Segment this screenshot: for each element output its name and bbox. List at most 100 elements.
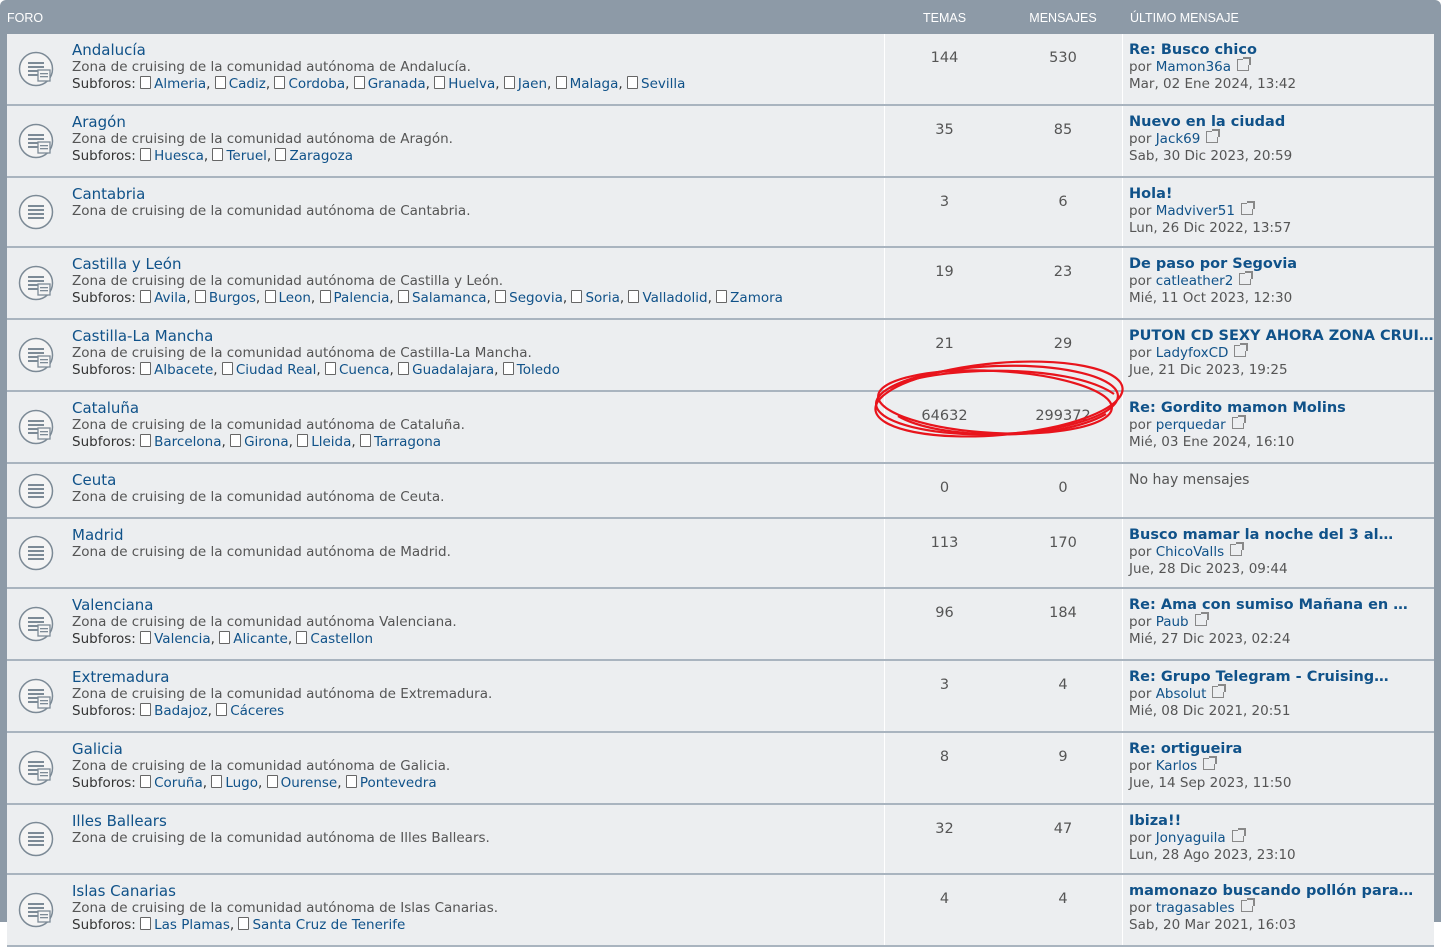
subforum-link[interactable]: Granada (368, 76, 426, 92)
subforum-link[interactable]: Cadiz (229, 76, 266, 92)
subforum-icon (275, 148, 287, 161)
last-post-title[interactable]: Re: Ama con sumiso Mañana en … (1129, 596, 1429, 614)
last-post-author[interactable]: Karlos (1156, 758, 1197, 774)
subforum-link[interactable]: Alicante (233, 631, 288, 647)
last-post-title[interactable]: Busco mamar la noche del 3 al… (1129, 526, 1429, 544)
forum-title-link[interactable]: Extremadura (72, 668, 874, 686)
subforum-link[interactable]: Las Plamas (154, 917, 230, 933)
subforum-icon (140, 631, 152, 644)
last-post-author[interactable]: Absolut (1156, 686, 1207, 702)
last-post-author[interactable]: Paub (1156, 614, 1189, 630)
last-post-author[interactable]: Jack69 (1156, 131, 1201, 147)
subforum-link[interactable]: Almeria (154, 76, 206, 92)
subforum-link[interactable]: Pontevedra (360, 775, 437, 791)
forum-title-link[interactable]: Galicia (72, 740, 874, 758)
forum-title-link[interactable]: Islas Canarias (72, 882, 874, 900)
last-post-author[interactable]: LadyfoxCD (1156, 345, 1229, 361)
last-post-author[interactable]: Mamon36a (1156, 59, 1231, 75)
view-latest-post-icon[interactable] (1240, 201, 1255, 215)
topics-count: 96 (935, 605, 954, 621)
forum-title-link[interactable]: Andalucía (72, 41, 874, 59)
subforum-link[interactable]: Ciudad Real (236, 362, 317, 378)
view-latest-post-icon[interactable] (1237, 57, 1252, 71)
last-post-author[interactable]: Madviver51 (1156, 203, 1235, 219)
last-post-title[interactable]: mamonazo buscando pollón para… (1129, 882, 1429, 900)
forum-read-icon (18, 194, 54, 230)
subforum-link[interactable]: Cuenca (339, 362, 390, 378)
forum-title-link[interactable]: Ceuta (72, 471, 874, 489)
subforum-link[interactable]: Tarragona (374, 434, 441, 450)
subforum-link[interactable]: Zaragoza (289, 148, 353, 164)
forum-title-link[interactable]: Aragón (72, 113, 874, 131)
forum-read-icon (18, 123, 54, 159)
last-post-date: Mié, 27 Dic 2023, 02:24 (1129, 631, 1291, 647)
view-latest-post-icon[interactable] (1230, 542, 1245, 556)
subforum-link[interactable]: Valladolid (642, 290, 707, 306)
forum-description: Zona de cruising de la comunidad autónom… (72, 758, 451, 774)
forum-title-link[interactable]: Cataluña (72, 399, 874, 417)
subforum-link[interactable]: Palencia (334, 290, 390, 306)
view-latest-post-icon[interactable] (1212, 684, 1227, 698)
forum-title-link[interactable]: Castilla y León (72, 255, 874, 273)
subforum-link[interactable]: Cordoba (288, 76, 345, 92)
subforum-icon (238, 917, 250, 930)
subforum-link[interactable]: Lugo (225, 775, 258, 791)
subforum-link[interactable]: Jaen (518, 76, 547, 92)
subforum-link[interactable]: Avila (154, 290, 186, 306)
forum-title-link[interactable]: Cantabria (72, 185, 874, 203)
subforum-link[interactable]: Albacete (154, 362, 213, 378)
subforum-link[interactable]: Cáceres (230, 703, 284, 719)
subforum-link[interactable]: Burgos (209, 290, 256, 306)
forum-title-link[interactable]: Illes Ballears (72, 812, 874, 830)
subforum-link[interactable]: Santa Cruz de Tenerife (252, 917, 405, 933)
last-post-title[interactable]: Re: Grupo Telegram - Cruising… (1129, 668, 1429, 686)
subforum-link[interactable]: Huelva (448, 76, 495, 92)
last-post-title[interactable]: Nuevo en la ciudad (1129, 113, 1429, 131)
last-post-title[interactable]: De paso por Segovia (1129, 255, 1429, 273)
subforum-link[interactable]: Segovia (509, 290, 563, 306)
subforum-link[interactable]: Teruel (226, 148, 266, 164)
subforum-link[interactable]: Huesca (154, 148, 204, 164)
last-post-author[interactable]: perquedar (1156, 417, 1226, 433)
subforum-link[interactable]: Soria (585, 290, 619, 306)
view-latest-post-icon[interactable] (1231, 415, 1246, 429)
view-latest-post-icon[interactable] (1231, 828, 1246, 842)
view-latest-post-icon[interactable] (1206, 129, 1221, 143)
subforum-link[interactable]: Castellon (310, 631, 373, 647)
forum-list-header: Foro Temas Mensajes Último mensaje (0, 0, 1441, 34)
last-post-author[interactable]: ChicoValls (1156, 544, 1224, 560)
last-post-author[interactable]: catleather2 (1156, 273, 1234, 289)
subforum-link[interactable]: Salamanca (412, 290, 487, 306)
subforum-link[interactable]: Zamora (730, 290, 783, 306)
last-post-title[interactable]: Re: Busco chico (1129, 41, 1429, 59)
topics-count: 64632 (921, 408, 968, 424)
subforum-link[interactable]: Lleida (311, 434, 351, 450)
subforum-link[interactable]: Leon (279, 290, 311, 306)
subforum-link[interactable]: Coruña (154, 775, 203, 791)
view-latest-post-icon[interactable] (1234, 343, 1249, 357)
view-latest-post-icon[interactable] (1203, 756, 1218, 770)
subforum-link[interactable]: Girona (244, 434, 289, 450)
subforum-link[interactable]: Malaga (570, 76, 619, 92)
subforum-link[interactable]: Toledo (517, 362, 560, 378)
last-post-author[interactable]: tragasables (1156, 900, 1235, 916)
subforum-link[interactable]: Ourense (281, 775, 338, 791)
last-post-title[interactable]: Hola! (1129, 185, 1429, 203)
last-post-title[interactable]: Ibiza!! (1129, 812, 1429, 830)
subforum-link[interactable]: Sevilla (641, 76, 685, 92)
last-post-title[interactable]: PUTON CD SEXY AHORA ZONA CRUI… (1129, 327, 1433, 345)
view-latest-post-icon[interactable] (1239, 271, 1254, 285)
forum-title-link[interactable]: Castilla-La Mancha (72, 327, 874, 345)
last-post-title[interactable]: Re: ortigueira (1129, 740, 1429, 758)
subforum-link[interactable]: Guadalajara (412, 362, 494, 378)
subforum-link[interactable]: Valencia (154, 631, 211, 647)
subforum-icon (140, 362, 152, 375)
view-latest-post-icon[interactable] (1194, 612, 1209, 626)
forum-title-link[interactable]: Madrid (72, 526, 874, 544)
forum-title-link[interactable]: Valenciana (72, 596, 874, 614)
view-latest-post-icon[interactable] (1240, 898, 1255, 912)
last-post-title[interactable]: Re: Gordito mamon Molins (1129, 399, 1429, 417)
subforum-link[interactable]: Barcelona (154, 434, 221, 450)
last-post-author[interactable]: Jonyaguila (1156, 830, 1226, 846)
subforum-link[interactable]: Badajoz (154, 703, 207, 719)
